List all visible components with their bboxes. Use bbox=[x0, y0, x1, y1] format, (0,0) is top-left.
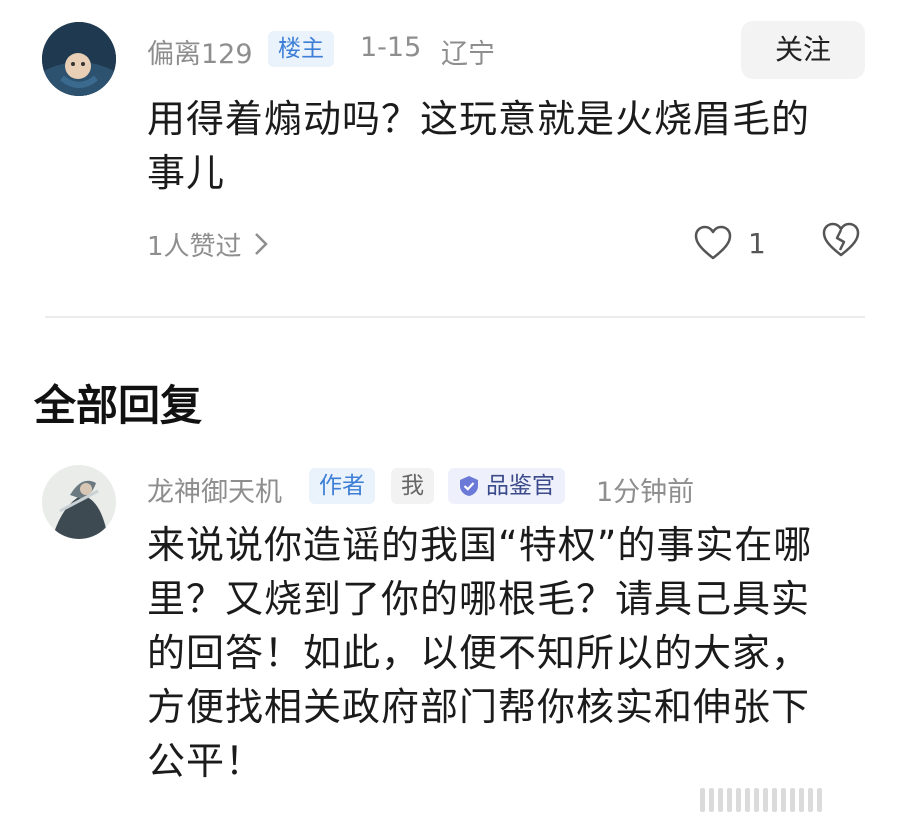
title-badge: 品鉴官 bbox=[448, 468, 565, 504]
reply-time: 1分钟前 bbox=[596, 477, 695, 508]
divider bbox=[45, 316, 865, 318]
author-badge: 作者 bbox=[309, 468, 375, 504]
likes-summary-link[interactable]: 1人赞过 bbox=[147, 226, 268, 262]
reply-content: 来说说你造谣的我国“特权”的事实在哪 里？又烧到了你的哪根毛？请具己具实 的回答… bbox=[147, 523, 813, 783]
reply-username[interactable]: 龙神御天机 bbox=[147, 470, 282, 509]
likes-summary-text: 1人赞过 bbox=[147, 231, 242, 262]
post-location: 辽宁 bbox=[441, 39, 495, 70]
broken-heart-icon bbox=[822, 222, 860, 257]
like-count: 1 bbox=[748, 226, 766, 260]
post-avatar-image bbox=[42, 22, 116, 96]
follow-button[interactable]: 关注 bbox=[741, 21, 865, 79]
title-badge-label: 品鉴官 bbox=[486, 473, 555, 499]
owner-badge: 楼主 bbox=[268, 31, 334, 67]
reply-avatar-image bbox=[42, 465, 116, 539]
post-username[interactable]: 偏离129 bbox=[147, 32, 253, 71]
post-content: 用得着煽动吗？这玩意就是火烧眉毛的 事儿 bbox=[147, 97, 811, 195]
post-date: 1-15 bbox=[360, 32, 422, 63]
verified-shield-icon bbox=[460, 476, 478, 496]
me-badge: 我 bbox=[391, 468, 434, 504]
watermark-barcode bbox=[700, 788, 822, 812]
chevron-right-icon bbox=[254, 233, 268, 255]
post-avatar[interactable] bbox=[42, 22, 116, 96]
dislike-button[interactable] bbox=[822, 222, 860, 262]
heart-icon bbox=[694, 225, 732, 260]
section-title: 全部回复 bbox=[34, 381, 203, 430]
like-button[interactable]: 1 bbox=[694, 222, 766, 264]
reply-avatar[interactable] bbox=[42, 465, 116, 539]
